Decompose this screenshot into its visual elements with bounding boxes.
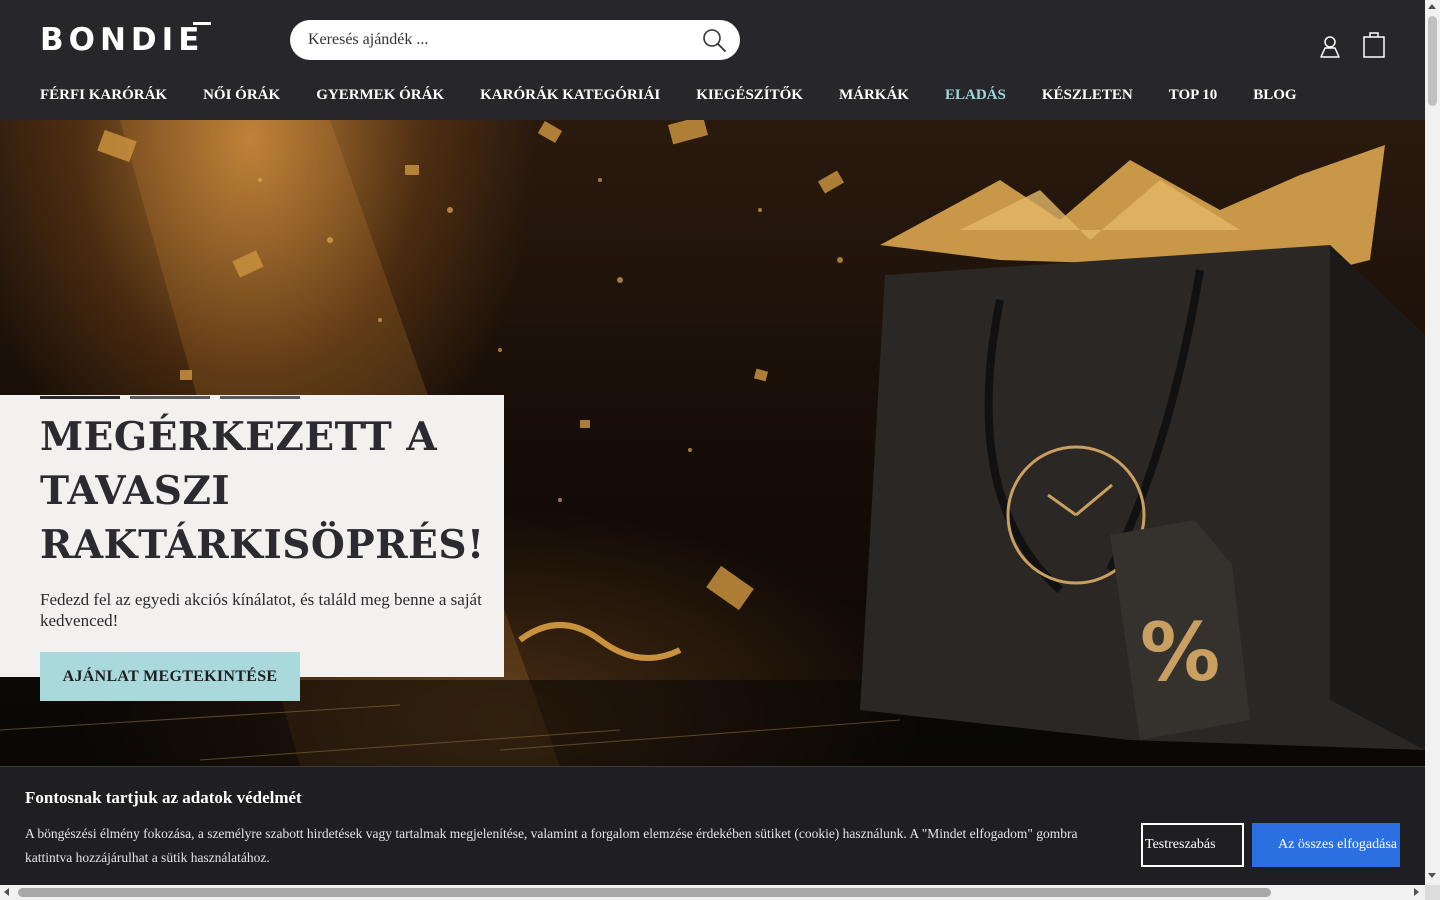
shopping-bag-icon bbox=[1363, 32, 1385, 58]
search-icon bbox=[703, 29, 726, 52]
site-header: BONDIE FÉRFI KARÓRÁK NŐI ÓRÁK GYERMEK ÓR… bbox=[0, 0, 1425, 120]
search-button[interactable] bbox=[702, 28, 728, 54]
scrollbar-corner bbox=[1425, 885, 1440, 900]
nav-item-karorak-kategoriai[interactable]: KARÓRÁK KATEGÓRIÁI bbox=[480, 86, 660, 106]
nav-item-keszleten[interactable]: KÉSZLETEN bbox=[1042, 86, 1133, 106]
nav-item-markak[interactable]: MÁRKÁK bbox=[839, 86, 909, 106]
vertical-scrollbar[interactable] bbox=[1425, 0, 1440, 885]
scroll-left-arrow-icon[interactable] bbox=[4, 888, 9, 896]
cookie-banner: Fontosnak tartjuk az adatok védelmét A b… bbox=[0, 766, 1425, 885]
customize-button[interactable]: Testreszabás bbox=[1141, 823, 1244, 867]
vertical-scroll-thumb[interactable] bbox=[1428, 16, 1437, 106]
cookie-text: A böngészési élmény fokozása, a személyr… bbox=[25, 826, 1078, 865]
brand-logo[interactable]: BONDIE bbox=[40, 22, 204, 58]
slide-dot-3[interactable] bbox=[220, 396, 300, 399]
nav-item-eladas[interactable]: ELADÁS bbox=[945, 86, 1006, 106]
horizontal-scroll-thumb[interactable] bbox=[18, 888, 1271, 897]
account-button[interactable] bbox=[1319, 34, 1341, 58]
cart-button[interactable] bbox=[1362, 30, 1386, 58]
scroll-right-arrow-icon[interactable] bbox=[1414, 888, 1419, 896]
scroll-up-arrow-icon[interactable] bbox=[1428, 4, 1436, 9]
slide-indicator bbox=[40, 396, 300, 399]
nav-item-ferfi-karorak[interactable]: FÉRFI KARÓRÁK bbox=[40, 86, 167, 106]
nav-item-blog[interactable]: BLOG bbox=[1253, 86, 1296, 106]
logo-accent-bar bbox=[193, 22, 211, 25]
user-icon bbox=[1320, 36, 1340, 58]
search-bar bbox=[290, 20, 740, 60]
nav-item-noi-orak[interactable]: NŐI ÓRÁK bbox=[203, 86, 280, 106]
hero-title: MEGÉRKEZETT A TAVASZI RAKTÁRKISÖPRÉS! bbox=[40, 414, 485, 568]
nav-item-gyermek-orak[interactable]: GYERMEK ÓRÁK bbox=[316, 86, 444, 106]
hero-subtitle: Fedezd fel az egyedi akciós kínálatot, é… bbox=[40, 590, 482, 630]
accept-all-button[interactable]: Az összes elfogadása bbox=[1252, 823, 1400, 867]
nav-item-kiegeszitok[interactable]: KIEGÉSZÍTŐK bbox=[696, 86, 803, 106]
horizontal-scrollbar[interactable] bbox=[0, 885, 1425, 900]
slide-dot-1[interactable] bbox=[40, 396, 120, 399]
main-nav: FÉRFI KARÓRÁK NŐI ÓRÁK GYERMEK ÓRÁK KARÓ… bbox=[40, 86, 1297, 106]
svg-text:%: % bbox=[1140, 606, 1220, 699]
scroll-down-arrow-icon[interactable] bbox=[1428, 873, 1436, 878]
view-offer-button[interactable]: AJÁNLAT MEGTEKINTÉSE bbox=[40, 652, 300, 701]
slide-dot-2[interactable] bbox=[130, 396, 210, 399]
search-input[interactable] bbox=[308, 20, 688, 60]
nav-item-top-10[interactable]: TOP 10 bbox=[1169, 86, 1218, 106]
cookie-title: Fontosnak tartjuk az adatok védelmét bbox=[25, 788, 302, 807]
